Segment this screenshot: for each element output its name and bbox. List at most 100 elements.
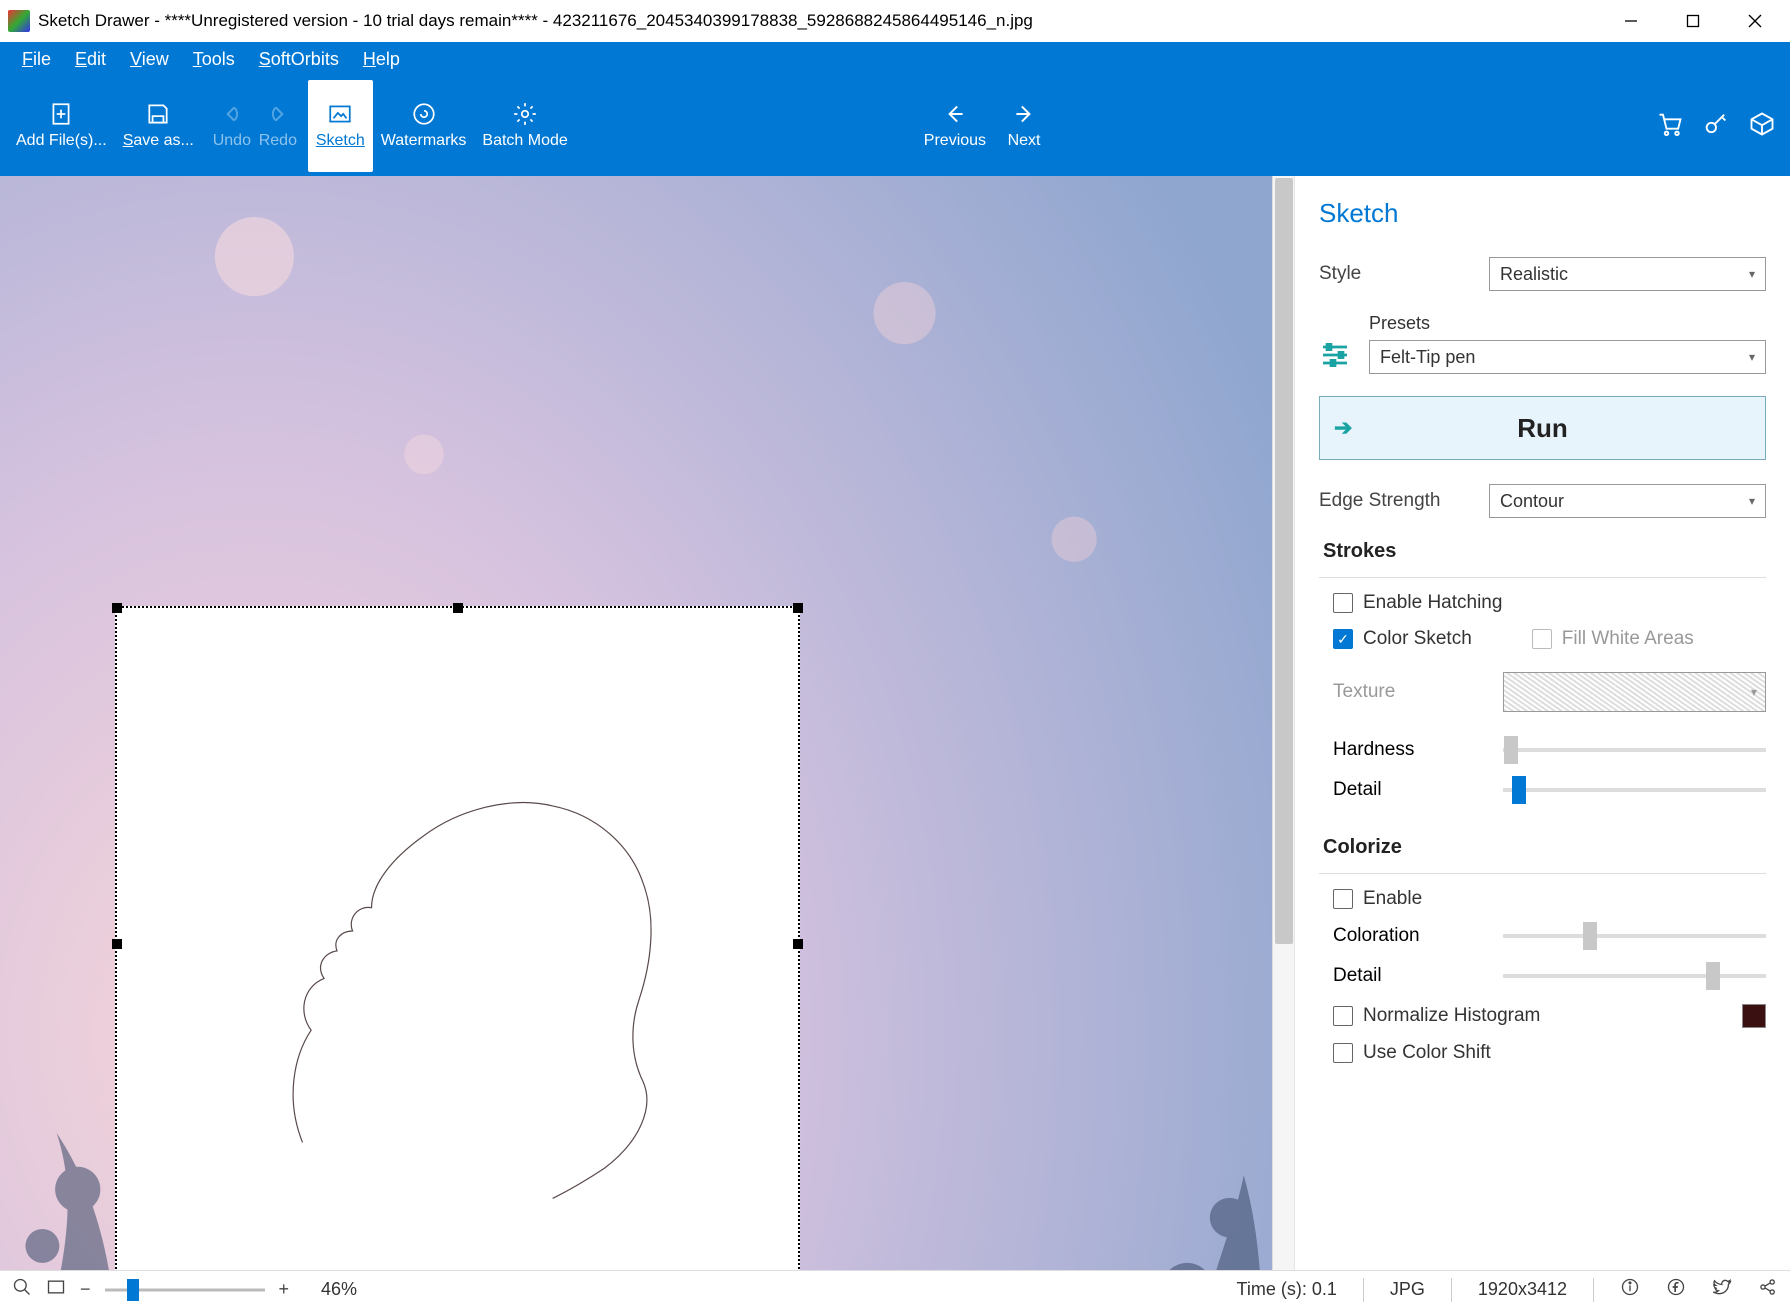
colorize-title: Colorize (1323, 836, 1766, 859)
presets-label: Presets (1369, 313, 1766, 334)
coloration-slider[interactable] (1503, 924, 1766, 948)
zoom-value: 46% (321, 1279, 357, 1300)
handle-ne[interactable] (793, 603, 803, 613)
sliders-icon[interactable] (1319, 339, 1351, 371)
cart-icon[interactable] (1656, 110, 1684, 143)
presets-select[interactable]: Felt-Tip pen ▾ (1369, 340, 1766, 374)
title-bar: Sketch Drawer - ****Unregistered version… (0, 0, 1790, 42)
next-button[interactable]: Next (994, 80, 1054, 172)
texture-select[interactable]: ▾ (1503, 672, 1766, 712)
fill-white-checkbox[interactable] (1532, 629, 1552, 649)
presets-value: Felt-Tip pen (1380, 347, 1475, 368)
chevron-down-icon: ▾ (1749, 494, 1755, 508)
app-icon (8, 10, 30, 32)
style-value: Realistic (1500, 264, 1568, 285)
dims-value: 1920x3412 (1478, 1279, 1567, 1300)
facebook-icon[interactable] (1666, 1277, 1686, 1302)
sketch-button[interactable]: Sketch (308, 80, 373, 172)
redo-label: Redo (259, 131, 297, 152)
zoom-fit-icon[interactable] (46, 1277, 66, 1302)
strokes-title: Strokes (1323, 540, 1766, 563)
color-shift-label: Use Color Shift (1363, 1042, 1491, 1064)
status-bar: − + 46% Time (s): 0.1 JPG 1920x3412 (0, 1270, 1790, 1308)
format-value: JPG (1390, 1279, 1425, 1300)
menu-bar: File Edit View Tools SoftOrbits Help (0, 42, 1790, 76)
add-files-label: Add File(s)... (16, 131, 107, 152)
menu-softorbits[interactable]: SoftOrbits (247, 45, 351, 74)
maximize-button[interactable] (1662, 0, 1724, 42)
zoom-actual-icon[interactable] (12, 1277, 32, 1302)
save-as-button[interactable]: Save as... (115, 80, 202, 172)
enable-colorize-checkbox[interactable] (1333, 889, 1353, 909)
next-label: Next (1008, 131, 1041, 152)
handle-nw[interactable] (112, 603, 122, 613)
save-as-label: Save as... (123, 131, 194, 152)
key-icon[interactable] (1702, 110, 1730, 143)
sketch-label: Sketch (316, 131, 365, 152)
enable-hatching-label: Enable Hatching (1363, 592, 1502, 614)
previous-button[interactable]: Previous (916, 80, 994, 172)
normalize-label: Normalize Histogram (1363, 1005, 1540, 1027)
handle-n[interactable] (453, 603, 463, 613)
color-sketch-checkbox[interactable]: ✓ (1333, 629, 1353, 649)
zoom-out-button[interactable]: − (80, 1279, 91, 1300)
close-button[interactable] (1724, 0, 1786, 42)
twitter-icon[interactable] (1712, 1277, 1732, 1302)
normalize-checkbox[interactable] (1333, 1006, 1353, 1026)
share-icon[interactable] (1758, 1277, 1778, 1302)
info-icon[interactable] (1620, 1277, 1640, 1302)
menu-edit[interactable]: Edit (63, 45, 118, 74)
colorize-detail-label: Detail (1333, 965, 1503, 987)
undo-label: Undo (213, 131, 251, 152)
panel-title: Sketch (1319, 198, 1766, 229)
run-button[interactable]: ➔ Run (1319, 396, 1766, 460)
texture-label: Texture (1333, 681, 1503, 703)
redo-button[interactable]: Redo (248, 80, 308, 172)
canvas-area[interactable] (0, 176, 1294, 1270)
zoom-slider[interactable] (105, 1280, 265, 1300)
zoom-in-button[interactable]: + (279, 1279, 290, 1300)
fill-white-label: Fill White Areas (1562, 628, 1694, 650)
hardness-label: Hardness (1333, 739, 1503, 761)
add-files-button[interactable]: Add File(s)... (8, 80, 115, 172)
chevron-down-icon: ▾ (1749, 350, 1755, 364)
watermarks-label: Watermarks (381, 131, 467, 152)
window-title: Sketch Drawer - ****Unregistered version… (38, 11, 1600, 31)
sketch-preview (199, 642, 717, 1246)
edge-strength-select[interactable]: Contour ▾ (1489, 484, 1766, 518)
style-select[interactable]: Realistic ▾ (1489, 257, 1766, 291)
handle-w[interactable] (112, 939, 122, 949)
style-label: Style (1319, 263, 1489, 285)
chevron-down-icon: ▾ (1751, 685, 1757, 699)
toolbar: Add File(s)... Save as... Undo Redo Sket… (0, 76, 1790, 176)
color-sketch-label: Color Sketch (1363, 628, 1472, 650)
menu-tools[interactable]: Tools (181, 45, 247, 74)
menu-file[interactable]: File (10, 45, 63, 74)
time-value: Time (s): 0.1 (1237, 1279, 1337, 1300)
vertical-scrollbar[interactable] (1272, 176, 1294, 1270)
edge-strength-value: Contour (1500, 491, 1564, 512)
chevron-down-icon: ▾ (1749, 267, 1755, 281)
selection-box[interactable] (115, 606, 800, 1270)
minimize-button[interactable] (1600, 0, 1662, 42)
run-label: Run (1517, 413, 1568, 444)
batch-mode-label: Batch Mode (482, 131, 567, 152)
handle-e[interactable] (793, 939, 803, 949)
enable-hatching-checkbox[interactable] (1333, 593, 1353, 613)
scrollbar-thumb[interactable] (1275, 178, 1293, 944)
previous-label: Previous (924, 131, 986, 152)
detail-label: Detail (1333, 779, 1503, 801)
hardness-slider[interactable] (1503, 738, 1766, 762)
coloration-label: Coloration (1333, 925, 1503, 947)
colorize-detail-slider[interactable] (1503, 964, 1766, 988)
batch-mode-button[interactable]: Batch Mode (474, 80, 575, 172)
color-shift-checkbox[interactable] (1333, 1043, 1353, 1063)
enable-colorize-label: Enable (1363, 888, 1422, 910)
color-swatch[interactable] (1742, 1004, 1766, 1028)
menu-view[interactable]: View (118, 45, 181, 74)
watermarks-button[interactable]: Watermarks (373, 80, 475, 172)
menu-help[interactable]: Help (351, 45, 412, 74)
detail-slider[interactable] (1503, 778, 1766, 802)
arrow-right-icon: ➔ (1334, 415, 1352, 441)
package-icon[interactable] (1748, 110, 1776, 143)
